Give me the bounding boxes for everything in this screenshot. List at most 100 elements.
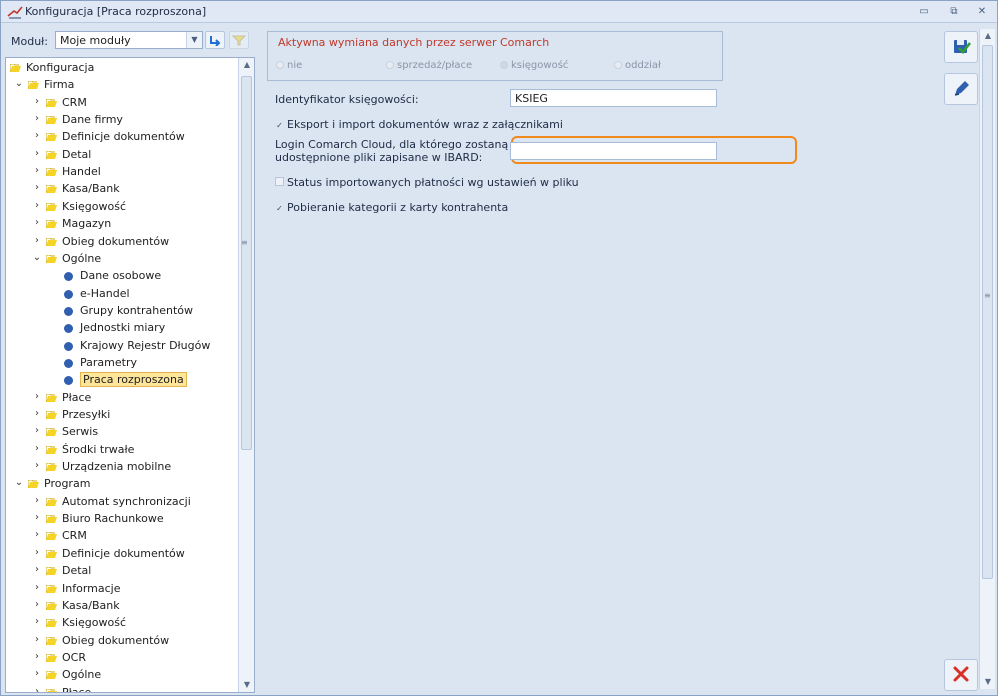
folder-icon [46,220,57,229]
tree-item-label: e-Handel [80,286,130,300]
folder-icon [46,671,57,680]
radio-oddzial[interactable]: oddział [614,60,661,71]
tree-item-label: Detal [62,147,92,161]
export-checkbox[interactable]: ✓ Eksport i import dokumentów wraz z załą… [275,118,563,131]
chevron-right-icon[interactable]: › [32,96,42,107]
chevron-right-icon[interactable]: › [32,616,42,627]
folder-icon [46,168,57,177]
cancel-button[interactable] [944,659,978,691]
tree-item-label: Obieg dokumentów [62,633,170,647]
folder-icon [46,133,57,142]
radio-sprzedaz[interactable]: sprzedaż/płace [386,60,472,71]
checkmark-icon: ✓ [276,121,283,130]
id-field[interactable]: KSIEG [510,89,717,107]
scroll-down-icon[interactable]: ▼ [239,678,254,692]
tree-item-label: Dane osobowe [80,269,162,283]
chevron-right-icon[interactable]: › [32,217,42,228]
cancel-icon [953,666,969,682]
setting-leaf-icon [64,289,73,299]
chevron-right-icon[interactable]: › [32,200,42,211]
chevron-right-icon[interactable]: › [32,425,42,436]
tree-scrollbar[interactable]: ▲ ≡ ▼ [238,58,254,692]
chevron-right-icon[interactable]: › [32,130,42,141]
refresh-button[interactable] [205,31,225,49]
chevron-right-icon[interactable]: › [32,599,42,610]
tree-item-label: Urządzenia mobilne [62,460,172,474]
tree-item-label: Dane firmy [62,113,123,127]
folder-icon [46,116,57,125]
tree-item-label: Księgowość [62,199,126,213]
chevron-right-icon[interactable]: › [32,495,42,506]
left-panel: Moduł: Moje moduły ▼ ▲ ≡ ▼ Konfiguracja ⌄… [5,27,255,693]
tree-item-label: Ogólne [62,668,102,682]
group-title: Aktywna wymiana danych przez serwer Coma… [278,36,550,49]
folder-icon [46,185,57,194]
chevron-right-icon[interactable]: › [32,668,42,679]
grip-icon: ≡ [984,291,991,300]
folder-icon [46,532,57,541]
edit-icon [954,81,969,96]
chevron-right-icon[interactable]: › [32,460,42,471]
chevron-right-icon[interactable]: › [32,443,42,454]
folder-icon [46,411,57,419]
pobieranie-checkbox[interactable]: ✓ Pobieranie kategorii z karty kontrahent… [275,201,508,214]
chevron-right-icon[interactable]: › [32,408,42,419]
chevron-right-icon[interactable]: › [32,582,42,593]
config-window: Konfiguracja [Praca rozproszona] ▭ ⧉ ✕ M… [0,0,998,696]
chevron-right-icon[interactable]: › [32,113,42,124]
config-tree: ▲ ≡ ▼ Konfiguracja ⌄ Firma › CRM › Dane firmy ›… [5,57,255,693]
radio-ksiegowosc[interactable]: księgowość [500,60,568,71]
status-checkbox[interactable]: Status importowanych płatności wg ustawi… [275,176,579,189]
tree-item-label: Jednostki miary [80,321,166,335]
chevron-down-icon[interactable]: ⌄ [14,78,24,89]
chevron-down-icon[interactable]: ⌄ [14,477,24,488]
save-button[interactable] [944,31,978,63]
login-label-line2: udostępnione pliki zapisane w IBARD: [275,151,483,164]
tree-item-label: Definicje dokumentów [62,130,185,144]
window-title: Konfiguracja [Praca rozproszona] [25,5,207,18]
restore-icon[interactable]: ⧉ [945,4,963,20]
setting-leaf-icon [64,376,73,386]
tree-item-label: Praca rozproszona [80,372,187,388]
scroll-up-icon[interactable]: ▲ [239,58,254,72]
modul-select[interactable]: Moje moduły ▼ [55,31,203,49]
chevron-right-icon[interactable]: › [32,529,42,540]
setting-leaf-icon [64,324,73,334]
chevron-right-icon[interactable]: › [32,651,42,662]
chevron-right-icon[interactable]: › [32,512,42,523]
minimize-icon[interactable]: ▭ [915,4,933,20]
folder-icon [46,653,57,662]
folder-icon [46,636,57,645]
setting-leaf-icon [64,272,73,282]
folder-icon [46,202,57,211]
modul-value: Moje moduły [60,34,131,47]
main-content: Aktywna wymiana danych przez serwer Coma… [263,27,977,693]
chevron-down-icon[interactable]: ⌄ [32,252,42,263]
chevron-right-icon[interactable]: › [32,634,42,645]
login-field[interactable] [510,142,717,160]
page-scroll-thumb[interactable] [982,45,993,579]
close-icon[interactable]: ✕ [973,4,991,20]
chevron-right-icon[interactable]: › [32,564,42,575]
chevron-down-icon[interactable]: ▼ [186,32,202,48]
chevron-right-icon[interactable]: › [32,391,42,402]
chevron-right-icon[interactable]: › [32,182,42,193]
scroll-up-icon[interactable]: ▲ [980,29,996,43]
chevron-right-icon[interactable]: › [32,165,42,176]
id-label: Identyfikator księgowości: [275,93,419,106]
tree-item-label: Konfiguracja [26,61,95,74]
edit-button[interactable] [944,73,978,105]
tree-item-label: Firma [44,78,75,92]
chevron-right-icon[interactable]: › [32,235,42,246]
modul-label: Moduł: [11,35,49,48]
scroll-down-icon[interactable]: ▼ [980,675,996,689]
radio-nie[interactable]: nie [276,60,302,71]
chevron-right-icon[interactable]: › [32,547,42,558]
filter-button[interactable] [229,31,249,49]
chevron-right-icon[interactable]: › [32,686,42,692]
page-scrollbar[interactable]: ▲ ≡ ▼ [979,29,995,689]
folder-icon [46,688,57,692]
panel-splitter[interactable] [257,27,262,693]
chevron-right-icon[interactable]: › [32,148,42,159]
scroll-thumb[interactable] [241,76,252,450]
